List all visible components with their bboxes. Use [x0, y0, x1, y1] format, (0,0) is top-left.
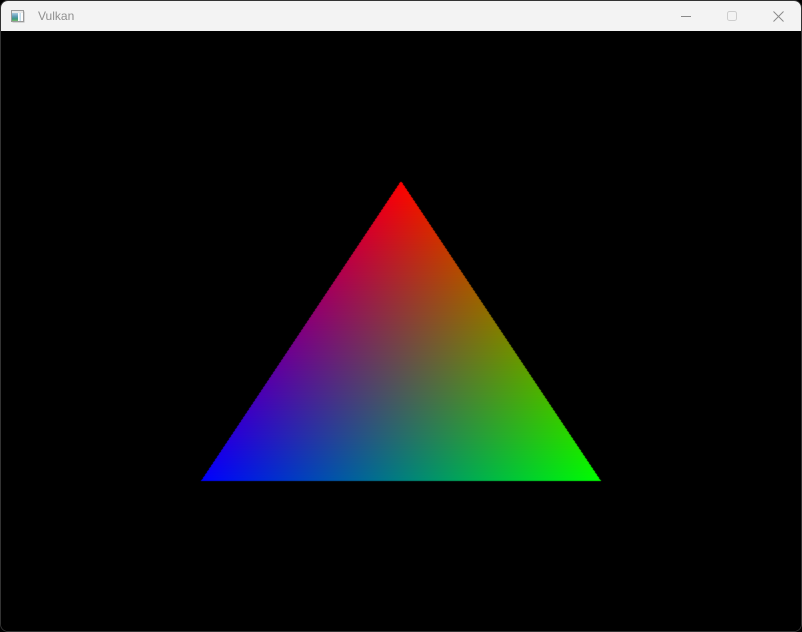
- close-icon: [772, 10, 784, 22]
- maximize-button[interactable]: [709, 1, 755, 31]
- minimize-icon: [681, 16, 691, 17]
- minimize-button[interactable]: [663, 1, 709, 31]
- titlebar[interactable]: Vulkan: [1, 1, 801, 31]
- window-title: Vulkan: [38, 9, 75, 23]
- vulkan-render-canvas: [1, 31, 801, 631]
- app-icon[interactable]: [10, 8, 26, 24]
- vulkan-window: Vulkan: [0, 0, 802, 632]
- maximize-icon: [727, 11, 737, 21]
- client-area: [1, 31, 801, 631]
- close-button[interactable]: [755, 1, 801, 31]
- caption-buttons: [663, 1, 801, 31]
